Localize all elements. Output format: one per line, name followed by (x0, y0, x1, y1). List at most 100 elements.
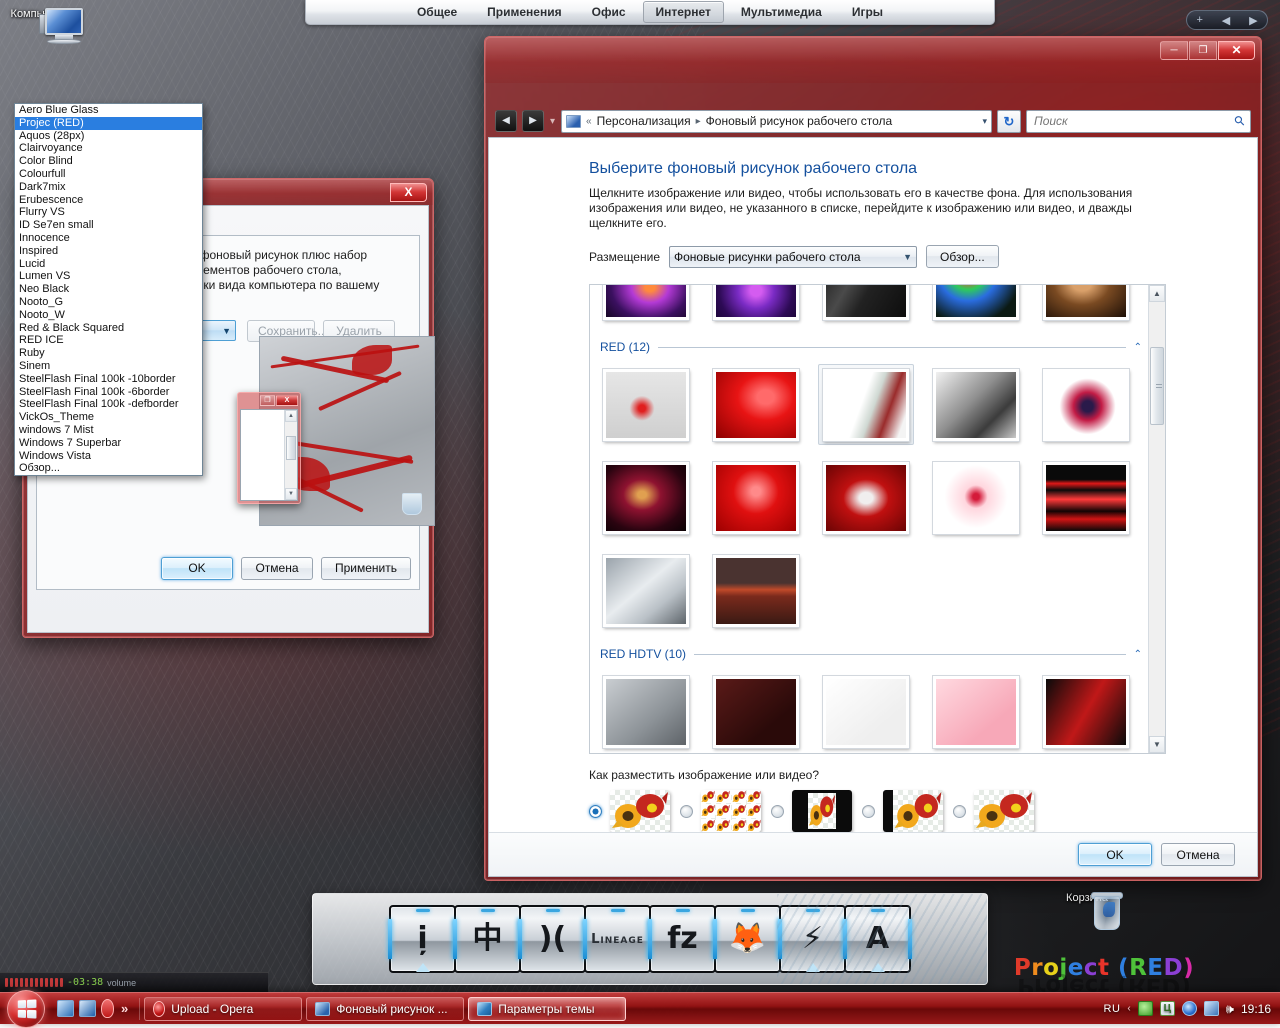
theme-option[interactable]: Colourfull (15, 168, 202, 181)
wallpaper-thumbnail-item[interactable] (1038, 457, 1134, 538)
search-box[interactable]: ⚲ (1026, 110, 1251, 133)
punto-switcher-tray-icon[interactable]: Ц (1160, 1001, 1175, 1016)
top-tab-ofis[interactable]: Офис (579, 1, 639, 23)
wallpaper-thumbnail[interactable] (823, 462, 909, 534)
wallpaper-thumbnail[interactable] (823, 676, 909, 748)
wallpaper-thumbnail-item[interactable] (598, 671, 694, 752)
position-option-stretch[interactable] (953, 790, 1034, 832)
theme-option[interactable]: Clairvoyance (15, 142, 202, 155)
wallpaper-thumbnail-item[interactable] (1038, 671, 1134, 752)
wallpaper-thumbnail[interactable] (713, 555, 799, 627)
close-button[interactable]: X (390, 183, 427, 202)
theme-option[interactable]: Lumen VS (15, 270, 202, 283)
theme-option[interactable]: Nooto_G (15, 296, 202, 309)
opera-quicklaunch-icon[interactable] (101, 999, 114, 1018)
theme-option[interactable]: Lucid (15, 258, 202, 271)
cancel-button[interactable]: Отмена (241, 557, 313, 580)
wallpaper-thumbnail-item[interactable] (818, 457, 914, 538)
chinese-app-dock-icon[interactable]: 中 (454, 905, 521, 973)
gallery-section-header[interactable]: RED HDTV (10)⌃ (600, 647, 1142, 661)
gallery-scrollbar[interactable]: ▲ ▼ (1148, 285, 1165, 753)
wallpaper-gallery[interactable]: RED (12)⌃RED HDTV (10)⌃ ▲ ▼ (589, 284, 1166, 754)
cancel-button[interactable]: Отмена (1161, 843, 1235, 866)
mini-window-buttons[interactable]: ❐ X (238, 393, 300, 407)
theme-option[interactable]: Ruby (15, 347, 202, 360)
position-radio-tile[interactable] (680, 805, 693, 818)
wallpaper-thumbnail[interactable] (603, 284, 689, 320)
theme-option[interactable]: Dark7mix (15, 181, 202, 194)
position-option-tile[interactable] (680, 790, 761, 832)
nod32-tray-icon[interactable] (1138, 1001, 1153, 1016)
flash-tray-icon[interactable] (1182, 1001, 1197, 1016)
scroll-down-button[interactable]: ▼ (1149, 736, 1165, 753)
breadcrumb-overflow[interactable]: « (586, 116, 592, 127)
taskbar-button-opera[interactable]: Upload - Opera (144, 997, 302, 1021)
explorer-window-buttons[interactable]: ─ ❐ ✕ (1160, 41, 1255, 60)
wallpaper-thumbnail[interactable] (933, 676, 1019, 748)
position-radio-fit[interactable] (862, 805, 875, 818)
position-preview-center[interactable] (792, 790, 852, 832)
theme-option[interactable]: Aquos (28px) (15, 130, 202, 143)
position-preview-tile[interactable] (701, 790, 761, 832)
filezilla-dock-icon[interactable]: fz (649, 905, 716, 973)
prev-icon[interactable]: ◀ (1222, 14, 1230, 27)
mini-scroll-up[interactable]: ▲ (285, 410, 297, 422)
theme-option[interactable]: Aero Blue Glass (15, 104, 202, 117)
clock[interactable]: 19:16 (1241, 1002, 1271, 1016)
wallpaper-thumbnail[interactable] (823, 369, 909, 441)
theme-option[interactable]: Nooto_W (15, 309, 202, 322)
theme-option[interactable]: Flurry VS (15, 206, 202, 219)
moon-app-dock-icon[interactable]: )( (519, 905, 586, 973)
wallpaper-thumbnail-item[interactable] (598, 457, 694, 538)
scrollbar-thumb[interactable] (1150, 347, 1164, 425)
ok-button[interactable]: OK (1078, 843, 1152, 866)
theme-option[interactable]: ID Se7en small (15, 219, 202, 232)
mini-maximize-button[interactable]: ❐ (260, 395, 275, 406)
tray-expand-icon[interactable]: ‹ (1127, 1003, 1130, 1014)
scroll-up-button[interactable]: ▲ (1149, 285, 1165, 302)
browse-button[interactable]: Обзор... (926, 245, 999, 268)
wallpaper-thumbnail[interactable] (1043, 369, 1129, 441)
minimize-button[interactable]: ─ (1160, 41, 1188, 60)
forward-button[interactable]: ▶ (522, 110, 544, 132)
wallpaper-thumbnail-item[interactable] (928, 671, 1024, 752)
theme-option[interactable]: Neo Black (15, 283, 202, 296)
wallpaper-thumbnail-item[interactable] (928, 457, 1024, 538)
system-tray[interactable]: RU ‹ Ц 🕪 19:16 (1104, 1001, 1280, 1017)
position-preview-fill[interactable] (610, 790, 670, 832)
taskbar-button-background[interactable]: Фоновый рисунок ... (306, 997, 464, 1021)
position-radio-stretch[interactable] (953, 805, 966, 818)
top-tab-primeneniya[interactable]: Применения (474, 1, 574, 23)
wallpaper-thumbnail[interactable] (713, 676, 799, 748)
wallpaper-thumbnail-item[interactable] (1038, 364, 1134, 445)
back-button[interactable]: ◀ (495, 110, 517, 132)
quick-launch-overflow-icon[interactable]: » (119, 1001, 130, 1016)
show-desktop-icon[interactable] (57, 1000, 74, 1017)
wallpaper-thumbnail[interactable] (1043, 284, 1129, 320)
theme-option[interactable]: Sinem (15, 360, 202, 373)
wallpaper-thumbnail-item[interactable] (818, 671, 914, 752)
ok-button[interactable]: OK (161, 557, 233, 580)
theme-option[interactable]: RED ICE (15, 334, 202, 347)
address-bar[interactable]: « Персонализация ▸ Фоновый рисунок рабоч… (561, 110, 992, 133)
network-tray-icon[interactable] (1204, 1001, 1219, 1016)
theme-option[interactable]: Windows 7 Superbar (15, 437, 202, 450)
taskbar-button-theme-settings[interactable]: Параметры темы (468, 997, 626, 1021)
theme-dropdown-list[interactable]: Aero Blue GlassProjec (RED)Aquos (28px)C… (14, 103, 203, 476)
theme-option[interactable]: Обзор... (15, 462, 202, 475)
theme-option[interactable]: Red & Black Squared (15, 322, 202, 335)
wallpaper-thumbnail-item[interactable] (708, 284, 804, 324)
taskbar[interactable]: » Upload - Opera Фоновый рисунок ... Пар… (0, 992, 1280, 1024)
wallpaper-thumbnail-item[interactable] (928, 364, 1024, 445)
theme-option[interactable]: SteelFlash Final 100k -10border (15, 373, 202, 386)
top-tab-obshchee[interactable]: Общее (404, 1, 470, 23)
breadcrumb-personalization[interactable]: Персонализация (597, 114, 691, 128)
chevron-down-icon[interactable]: ▾ (982, 116, 987, 127)
apply-button[interactable]: Применить (321, 557, 411, 580)
flash-dock-icon[interactable]: ⚡ (779, 905, 846, 973)
wallpaper-thumbnail[interactable] (603, 676, 689, 748)
wallpaper-thumbnail[interactable] (603, 462, 689, 534)
wallpaper-thumbnail[interactable] (603, 555, 689, 627)
chevron-up-icon[interactable]: ⌃ (1134, 342, 1142, 353)
theme-option[interactable]: SteelFlash Final 100k -defborder (15, 398, 202, 411)
